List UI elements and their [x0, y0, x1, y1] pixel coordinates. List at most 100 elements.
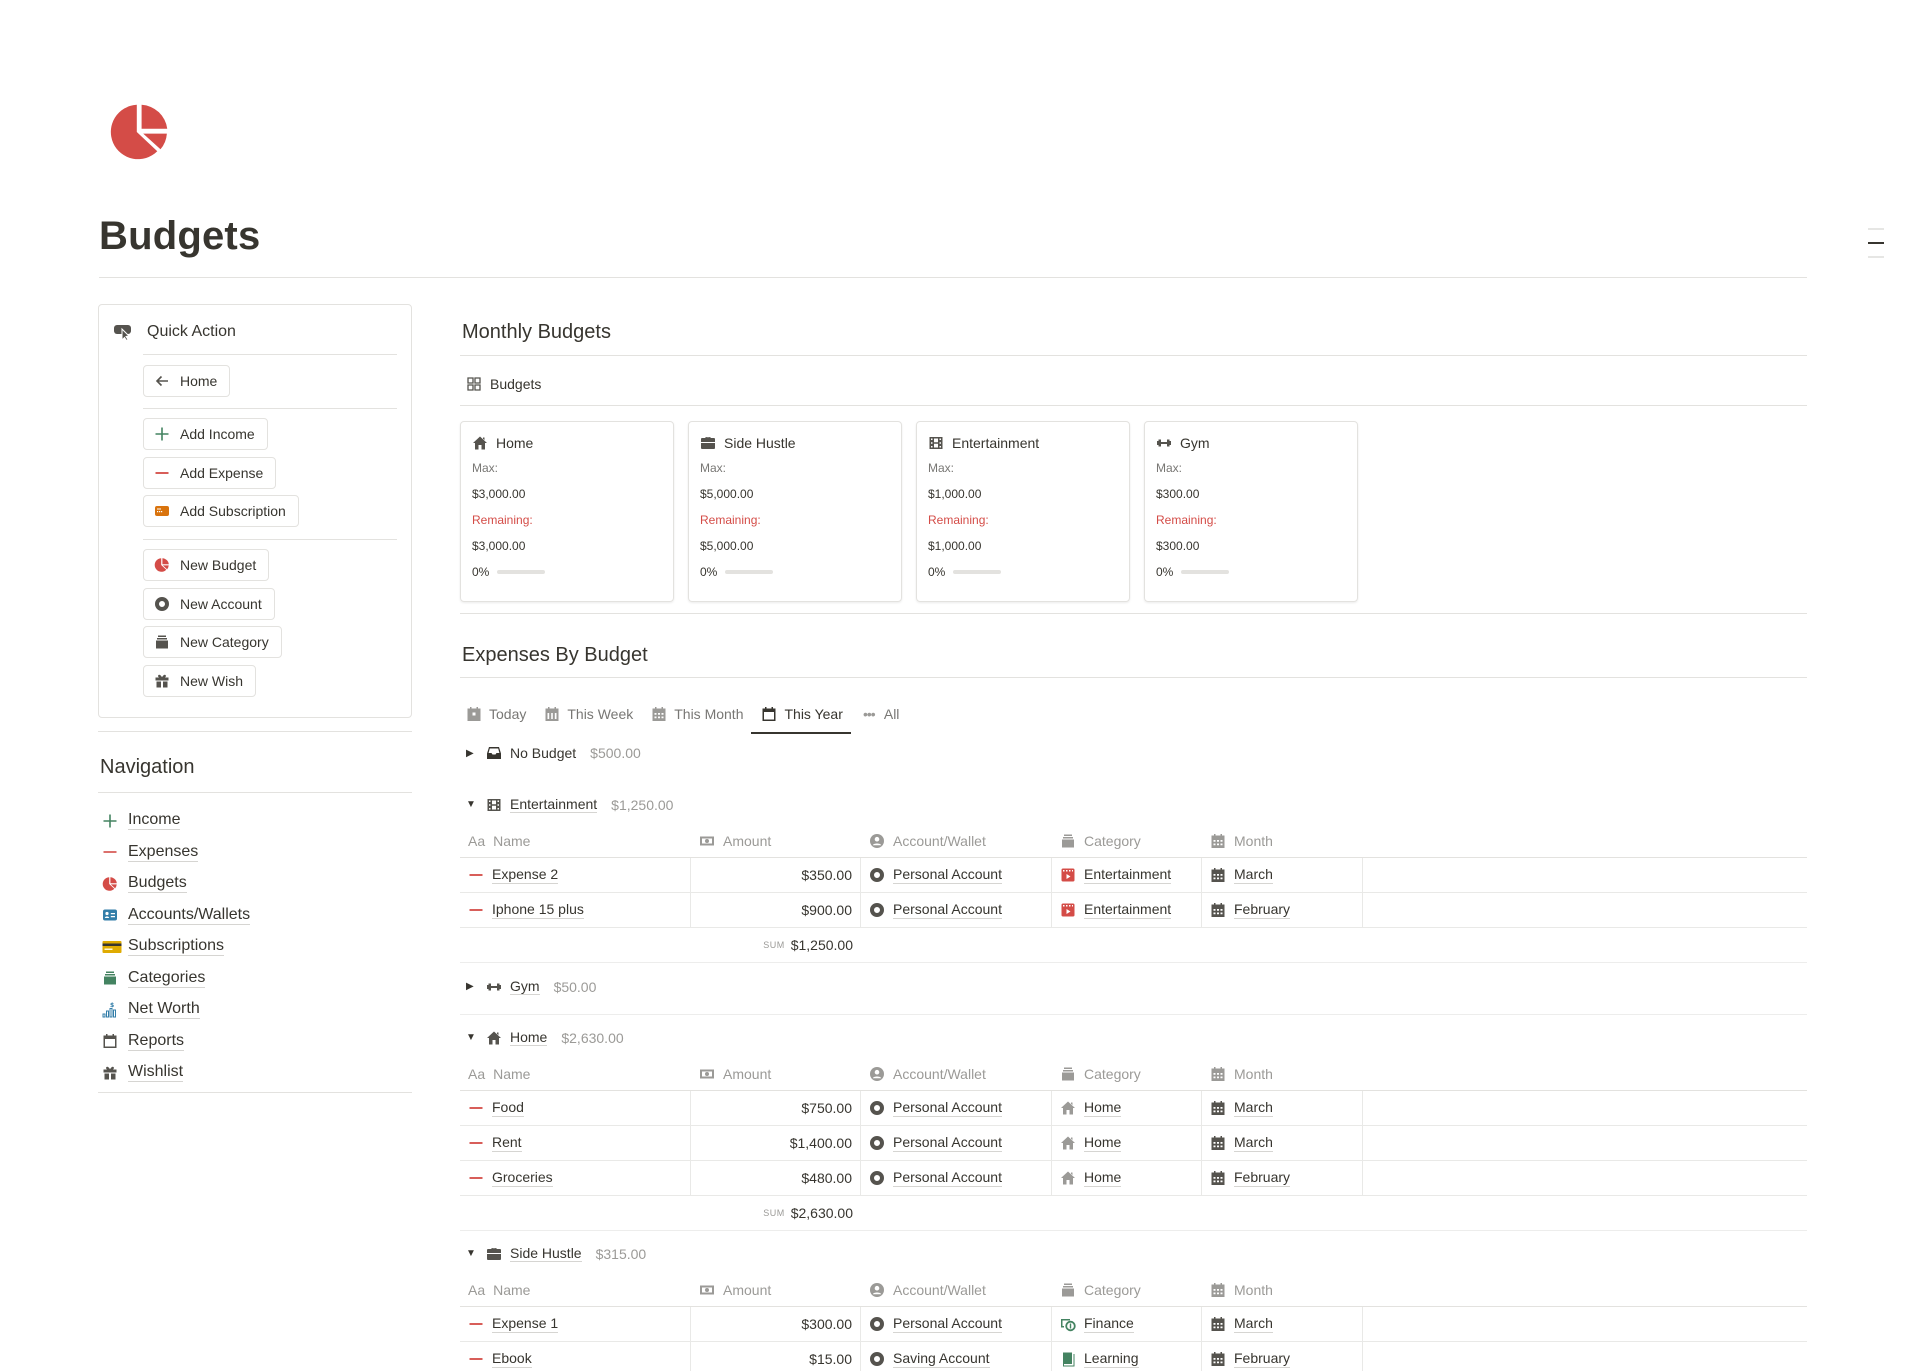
table-row[interactable]: Iphone 15 plus $900.00 Personal Account … — [460, 893, 1807, 928]
home-button[interactable]: Home — [143, 365, 231, 397]
column-header-amount[interactable]: Amount — [691, 1274, 861, 1306]
nav-item-accounts-wallets[interactable]: Accounts/Wallets — [102, 900, 251, 932]
row-month[interactable]: February — [1234, 901, 1291, 919]
row-account[interactable]: Personal Account — [893, 901, 1002, 919]
row-month[interactable]: March — [1234, 1134, 1273, 1152]
nav-item-label[interactable]: Subscriptions — [128, 937, 225, 957]
group-side-hustle[interactable]: ▼ Side Hustle $315.00 — [466, 1245, 646, 1262]
toc-line[interactable] — [1868, 256, 1884, 258]
row-category[interactable]: Home — [1084, 1134, 1122, 1152]
tab-this-year[interactable]: This Year — [751, 696, 852, 734]
nav-item-label[interactable]: Net Worth — [128, 1000, 200, 1020]
table-row[interactable]: Rent $1,400.00 Personal Account Home Mar… — [460, 1126, 1807, 1161]
table-row[interactable]: Ebook $15.00 Saving Account Learning Feb… — [460, 1342, 1807, 1371]
group-entertainment[interactable]: ▼ Entertainment $1,250.00 — [466, 796, 673, 813]
row-month[interactable]: February — [1234, 1350, 1291, 1368]
nav-item-label[interactable]: Accounts/Wallets — [128, 906, 251, 925]
table-row[interactable]: Expense 2 $350.00 Personal Account Enter… — [460, 858, 1807, 893]
new-account-button[interactable]: New Account — [143, 588, 275, 620]
row-category[interactable]: Entertainment — [1084, 866, 1172, 884]
row-account[interactable]: Saving Account — [893, 1350, 990, 1368]
row-name[interactable]: Rent — [492, 1134, 522, 1152]
group-name[interactable]: Home — [510, 1029, 548, 1046]
row-category[interactable]: Home — [1084, 1169, 1122, 1187]
nav-item-label[interactable]: Categories — [128, 969, 206, 988]
nav-item-wishlist[interactable]: Wishlist — [102, 1057, 250, 1089]
budgets-gallery-view-tab[interactable]: Budgets — [466, 376, 541, 392]
new-budget-button[interactable]: New Budget — [143, 549, 270, 581]
row-name[interactable]: Food — [492, 1099, 524, 1117]
nav-item-income[interactable]: Income — [102, 805, 250, 837]
row-category[interactable]: Entertainment — [1084, 901, 1172, 919]
tab-today[interactable]: Today — [466, 696, 526, 732]
table-row[interactable]: Food $750.00 Personal Account Home March — [460, 1091, 1807, 1126]
nav-item-label[interactable]: Wishlist — [128, 1063, 184, 1083]
nav-item-subscriptions[interactable]: Subscriptions — [102, 931, 250, 963]
new-category-button[interactable]: New Category — [143, 626, 282, 658]
row-name[interactable]: Expense 2 — [492, 866, 559, 884]
column-header-category[interactable]: Category — [1052, 825, 1202, 857]
row-category[interactable]: Learning — [1084, 1350, 1139, 1368]
column-header-name[interactable]: Aa Name — [460, 825, 691, 857]
row-name[interactable]: Groceries — [492, 1169, 553, 1187]
nav-item-reports[interactable]: Reports — [102, 1026, 250, 1058]
page-icon-pie-chart[interactable] — [108, 100, 172, 164]
budget-card-gym[interactable]: Gym Max: $300.00 Remaining: $300.00 0% — [1144, 421, 1358, 602]
column-header-month[interactable]: Month — [1202, 1274, 1363, 1306]
group-name[interactable]: Gym — [510, 978, 540, 995]
nav-item-budgets[interactable]: Budgets — [102, 868, 250, 900]
column-header-category[interactable]: Category — [1052, 1058, 1202, 1090]
nav-item-label[interactable]: Budgets — [128, 874, 187, 894]
row-month[interactable]: February — [1234, 1169, 1291, 1187]
row-name[interactable]: Expense 1 — [492, 1315, 559, 1333]
row-name[interactable]: Iphone 15 plus — [492, 901, 584, 919]
column-header-name[interactable]: Aa Name — [460, 1058, 691, 1090]
group-gym[interactable]: ▶ Gym $50.00 — [466, 978, 596, 995]
group-no-budget[interactable]: ▶ No Budget $500.00 — [466, 745, 641, 761]
nav-item-label[interactable]: Income — [128, 811, 181, 831]
column-header-account[interactable]: Account/Wallet — [861, 1274, 1052, 1306]
row-account[interactable]: Personal Account — [893, 1169, 1002, 1187]
row-category[interactable]: Home — [1084, 1099, 1122, 1117]
column-header-category[interactable]: Category — [1052, 1274, 1202, 1306]
budget-card-home[interactable]: Home Max: $3,000.00 Remaining: $3,000.00… — [460, 421, 674, 602]
nav-item-categories[interactable]: Categories — [102, 963, 250, 995]
toc-line-active[interactable] — [1868, 242, 1884, 244]
caret-right-icon[interactable]: ▶ — [466, 748, 478, 759]
add-subscription-button[interactable]: Add Subscription — [143, 495, 299, 527]
caret-right-icon[interactable]: ▶ — [466, 981, 478, 992]
row-account[interactable]: Personal Account — [893, 866, 1002, 884]
row-account[interactable]: Personal Account — [893, 1099, 1002, 1117]
caret-down-icon[interactable]: ▼ — [466, 1248, 478, 1259]
column-header-name[interactable]: Aa Name — [460, 1274, 691, 1306]
column-header-amount[interactable]: Amount — [691, 1058, 861, 1090]
caret-down-icon[interactable]: ▼ — [466, 799, 478, 810]
add-expense-button[interactable]: Add Expense — [143, 457, 277, 489]
column-header-account[interactable]: Account/Wallet — [861, 825, 1052, 857]
tab-all[interactable]: ••• All — [861, 696, 899, 732]
column-header-amount[interactable]: Amount — [691, 825, 861, 857]
column-header-account[interactable]: Account/Wallet — [861, 1058, 1052, 1090]
budget-card-side-hustle[interactable]: Side Hustle Max: $5,000.00 Remaining: $5… — [688, 421, 902, 602]
row-month[interactable]: March — [1234, 866, 1273, 884]
tab-this-month[interactable]: This Month — [651, 696, 743, 732]
nav-item-label[interactable]: Reports — [128, 1032, 185, 1051]
row-month[interactable]: March — [1234, 1099, 1273, 1117]
add-income-button[interactable]: Add Income — [143, 418, 268, 450]
nav-item-label[interactable]: Expenses — [128, 843, 199, 862]
row-account[interactable]: Personal Account — [893, 1134, 1002, 1152]
budget-card-entertainment[interactable]: Entertainment Max: $1,000.00 Remaining: … — [916, 421, 1130, 602]
tab-this-week[interactable]: This Week — [544, 696, 633, 732]
group-name[interactable]: Side Hustle — [510, 1245, 582, 1262]
row-account[interactable]: Personal Account — [893, 1315, 1002, 1333]
table-row[interactable]: Expense 1 $300.00 Personal Account Finan… — [460, 1307, 1807, 1342]
table-of-contents-indicator[interactable] — [1868, 228, 1884, 270]
row-category[interactable]: Finance — [1084, 1315, 1134, 1333]
row-month[interactable]: March — [1234, 1315, 1273, 1333]
caret-down-icon[interactable]: ▼ — [466, 1032, 478, 1043]
toc-line[interactable] — [1868, 228, 1884, 230]
nav-item-expenses[interactable]: Expenses — [102, 837, 250, 869]
new-wish-button[interactable]: New Wish — [143, 665, 257, 697]
row-name[interactable]: Ebook — [492, 1350, 532, 1368]
table-row[interactable]: Groceries $480.00 Personal Account Home … — [460, 1161, 1807, 1196]
